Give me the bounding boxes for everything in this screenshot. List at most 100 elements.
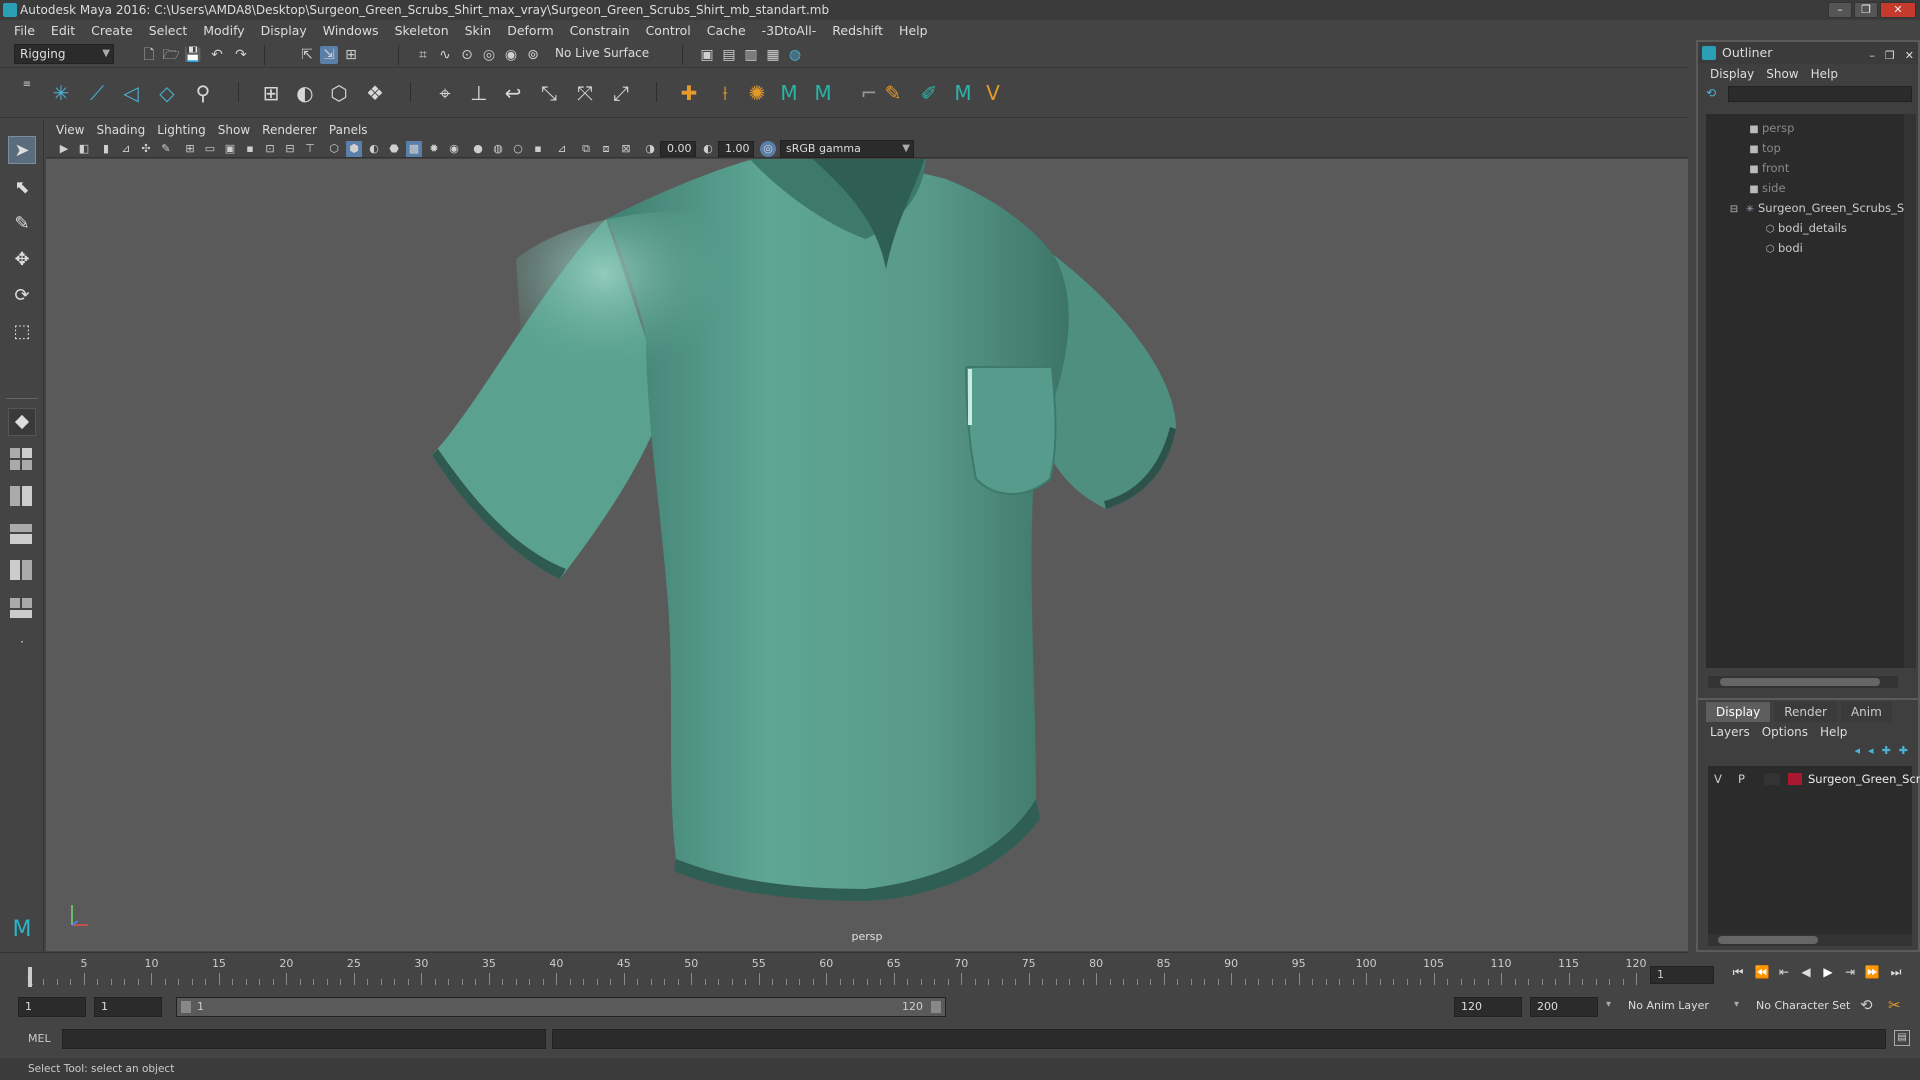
scale-constraint-icon[interactable]: ⤡ [536,80,562,106]
move-tool-icon[interactable]: ✥ [8,246,36,274]
layer-name[interactable]: Surgeon_Green_Scrub [1808,770,1920,788]
restore-button[interactable]: ❐ [1854,2,1878,18]
lattice-icon[interactable]: ⊞ [258,80,284,106]
exposure-field[interactable]: 0.00 [660,141,696,157]
isolate-select-icon[interactable]: ⊿ [554,141,570,157]
outliner-item-group[interactable]: ⊟ ✳ Surgeon_Green_Scrubs_Sh [1726,198,1912,218]
auto-key-icon[interactable]: ⟲ [1860,996,1873,1014]
ik-handle-icon[interactable]: ⟋ [84,80,110,106]
play-forward-icon[interactable]: ▶ [1818,962,1838,982]
maya-m-icon-1[interactable]: M [776,80,802,106]
layer-playback-toggle[interactable]: P [1738,770,1745,788]
go-to-end-icon[interactable]: ⏭ [1886,962,1906,982]
blendshape-icon[interactable]: ❖ [362,80,388,106]
panel-menu-lighting[interactable]: Lighting [151,119,212,141]
panel-menu-show[interactable]: Show [212,119,256,141]
playback-end-field[interactable]: 120 [1454,997,1522,1017]
scale-tool-icon[interactable]: ⬚ [8,318,36,346]
command-language-label[interactable]: MEL [28,1032,51,1045]
tab-render[interactable]: Render [1774,702,1837,722]
select-hierarchy-icon[interactable]: ⇱ [298,46,316,64]
playback-start-field[interactable]: 1 [94,997,162,1017]
outliner-minimize-button[interactable]: – [1869,45,1875,67]
select-tool-icon[interactable]: ➤ [8,136,36,164]
snap-live-icon[interactable]: ⊚ [524,46,542,64]
layer-type-toggle[interactable] [1764,773,1780,785]
live-surface-field[interactable]: No Live Surface [550,44,650,64]
step-back-key-icon[interactable]: ⇤ [1774,962,1794,982]
outliner-item-side[interactable]: ■ side [1746,178,1785,198]
layer-row[interactable]: V P Surgeon_Green_Scrub [1708,770,1920,788]
parent-constraint-icon[interactable]: ⤧ [572,80,598,106]
go-to-start-icon[interactable]: ⏮ [1728,962,1748,982]
menu-modify[interactable]: Modify [195,20,252,42]
outliner-search-input[interactable] [1728,86,1912,102]
two-d-pan-icon[interactable]: ✣ [138,141,154,157]
new-layer-icon[interactable]: ✚ [1882,744,1891,757]
menu-redshift[interactable]: Redshift [824,20,891,42]
anti-aliasing-icon[interactable]: ○ [510,141,526,157]
play-backward-icon[interactable]: ◀ [1796,962,1816,982]
image-plane-icon[interactable]: ⊿ [118,141,134,157]
smooth-shade-icon[interactable]: ⬢ [346,141,362,157]
maya-m-icon-2[interactable]: M [810,80,836,106]
wireframe-on-shaded-icon[interactable]: ⬣ [386,141,402,157]
select-component-icon[interactable]: ⊞ [342,46,360,64]
two-pane-layout-icon[interactable] [8,482,36,510]
bind-skin-icon[interactable]: ◇ [154,80,180,106]
gamma-icon[interactable]: ◐ [700,141,716,157]
resolution-gate-icon[interactable]: ▣ [222,141,238,157]
menu-skeleton[interactable]: Skeleton [387,20,457,42]
rotate-tool-icon[interactable]: ⟳ [8,282,36,310]
shirt-model[interactable] [46,159,1688,951]
bookmark-icon[interactable]: ▮ [98,141,114,157]
outliner-item-persp[interactable]: ■ persp [1746,118,1794,138]
ipr-render-icon[interactable]: ▥ [742,46,760,64]
start-time-field[interactable]: 1 [18,997,86,1017]
pole-vector-icon[interactable]: ⤢ [608,80,634,106]
paint-select-icon[interactable]: ✎ [8,210,36,238]
new-scene-icon[interactable]: 🗋 [140,46,158,64]
preferences-icon[interactable]: ✂ [1888,996,1901,1014]
locator-icon[interactable]: ✚ [676,80,702,106]
grease-pencil-icon[interactable]: ✎ [158,141,174,157]
screen-space-ao-icon[interactable]: ● [470,141,486,157]
end-time-field[interactable]: 200 [1530,997,1598,1017]
camera-attributes-icon[interactable]: ◧ [76,141,92,157]
command-input[interactable] [62,1029,546,1049]
select-object-icon[interactable]: ⇲ [320,46,338,64]
time-slider[interactable]: 5 10 15 20 25 30 35 40 45 50 55 60 65 70 75 80 85 90 95 100… [0,952,1688,988]
xray-joints-icon[interactable]: ⧈ [598,141,614,157]
panel-menu-shading[interactable]: Shading [90,119,151,141]
textured-icon[interactable]: ▩ [406,141,422,157]
step-forward-key-icon[interactable]: ⇥ [1840,962,1860,982]
menu-3dtoall[interactable]: -3DtoAll- [754,20,825,42]
single-perspective-layout-icon[interactable] [8,408,36,436]
range-slider[interactable]: 1 120 [176,997,946,1017]
tab-display[interactable]: Display [1706,702,1771,722]
chevron-down-icon[interactable]: ▾ [1606,999,1611,1010]
new-layer-selected-icon[interactable]: ✚ [1899,744,1908,757]
joint-tool-icon[interactable]: ✳ [48,80,74,106]
menu-deform[interactable]: Deform [499,20,561,42]
film-gate-icon[interactable]: ▭ [202,141,218,157]
outliner-horizontal-scrollbar[interactable] [1708,676,1898,688]
close-button[interactable]: ✕ [1880,2,1916,18]
menu-select[interactable]: Select [141,20,196,42]
move-layer-up-icon[interactable]: ◂ [1855,744,1861,757]
snap-surface-icon[interactable]: ◉ [502,46,520,64]
outliner-menu-display[interactable]: Display [1704,63,1760,85]
minimize-button[interactable]: – [1828,2,1852,18]
color-space-dropdown[interactable]: sRGB gamma ▼ [780,140,914,158]
add-influence-icon[interactable]: ⟊ [712,80,738,106]
menu-display[interactable]: Display [253,20,315,42]
color-management-icon[interactable]: ◎ [760,141,776,157]
menu-constrain[interactable]: Constrain [562,20,638,42]
shelf-options-icon[interactable]: ≡ [18,76,36,94]
layer-menu-help[interactable]: Help [1814,721,1853,743]
menu-help[interactable]: Help [891,20,936,42]
layer-menu-layers[interactable]: Layers [1704,721,1756,743]
outliner-item-bodi-details[interactable]: ⬡ bodi_details [1762,218,1847,238]
wrap-icon[interactable]: ⬡ [326,80,352,106]
default-material-icon[interactable]: ◐ [366,141,382,157]
